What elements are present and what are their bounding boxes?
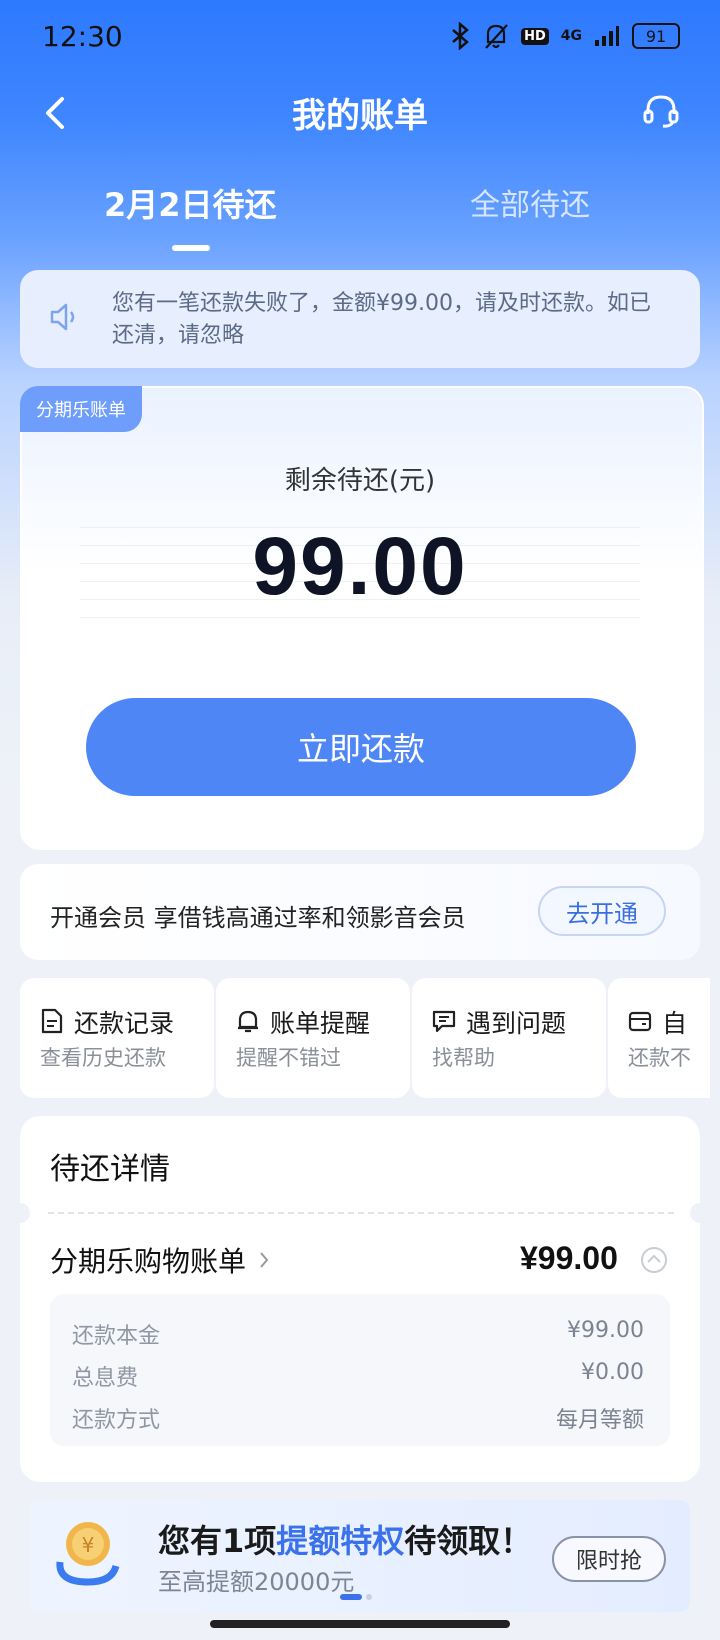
pay-now-button[interactable]: 立即还款 (86, 698, 636, 796)
svg-text:¥: ¥ (82, 1533, 95, 1557)
bill-tag: 分期乐账单 (20, 386, 142, 432)
open-membership-button[interactable]: 去开通 (538, 886, 666, 936)
wallet-icon (628, 1011, 652, 1032)
remaining-label: 剩余待还(元) (284, 466, 436, 496)
limited-time-button[interactable]: 限时抢 (552, 1536, 666, 1582)
carousel-dots (340, 1594, 372, 1600)
principal-label: 还款本金 (72, 1324, 161, 1349)
bill-name-link[interactable]: 分期乐购物账单 (50, 1240, 246, 1280)
bell-icon (238, 1010, 258, 1033)
details-title: 待还详情 (50, 1152, 170, 1187)
network-label: 4G (560, 28, 582, 44)
page-title: 我的账单 (292, 96, 428, 136)
shortcut-title: 遇到问题 (466, 1009, 567, 1038)
promo-headline: 您有1项提额特权待领取！ (158, 1516, 532, 1562)
shortcut-subtitle: 查看历史还款 (40, 1046, 166, 1070)
mute-bell-icon (485, 24, 508, 49)
principal-value: ¥99.00 (567, 1318, 644, 1343)
tab-due-date[interactable]: 2月2日待还 (104, 180, 277, 226)
chevron-right-icon (260, 1252, 269, 1268)
speaker-icon (50, 303, 75, 331)
remaining-amount: 99.00 (252, 521, 468, 612)
bluetooth-icon (452, 22, 470, 50)
shortcut-bill-reminder[interactable]: 账单提醒 提醒不错过 (216, 978, 410, 1098)
shortcut-subtitle: 还款不 (628, 1046, 691, 1070)
tab-all-due[interactable]: 全部待还 (470, 180, 590, 224)
repay-method-value: 每月等额 (555, 1408, 644, 1433)
collapse-chevron-up-icon[interactable] (640, 1246, 668, 1274)
fees-label: 总息费 (72, 1366, 139, 1391)
bill-amount: ¥99.00 (520, 1240, 618, 1276)
dashed-divider (48, 1212, 674, 1214)
repay-method-label: 还款方式 (72, 1408, 161, 1433)
promo-highlight: 提额特权 (276, 1522, 405, 1560)
notice-text: 您有一笔还款失败了，金额¥99.00，请及时还款。如已还清，请忽略 (112, 291, 651, 348)
shortcut-subtitle: 提醒不错过 (236, 1046, 341, 1070)
membership-text: 开通会员 享借钱高通过率和领影音会员 (50, 904, 466, 932)
signal-icon (595, 26, 619, 46)
shortcut-repayment-records[interactable]: 还款记录 查看历史还款 (20, 978, 214, 1098)
promo-text-after: 待领取！ (404, 1522, 533, 1560)
shortcut-title: 还款记录 (74, 1009, 175, 1038)
headset-icon[interactable] (642, 92, 680, 130)
carousel-dot (366, 1594, 372, 1600)
active-tab-indicator (172, 245, 210, 251)
message-icon (432, 1010, 456, 1033)
shortcut-auto-repay[interactable]: 自 还款不 (608, 978, 710, 1098)
shortcut-subtitle: 找帮助 (432, 1046, 495, 1070)
shortcut-get-help[interactable]: 遇到问题 找帮助 (412, 978, 606, 1098)
promo-subtitle: 至高提额20000元 (158, 1568, 355, 1596)
card-notch-right (690, 1203, 710, 1223)
promo-text-before: 您有1项 (158, 1522, 277, 1560)
status-icons: HD 4G 91 (449, 22, 680, 50)
battery-level: 91 (645, 26, 667, 46)
shortcut-title: 自 (662, 1009, 688, 1038)
hd-badge: HD (521, 27, 549, 45)
card-notch-left (10, 1203, 30, 1223)
coin-icon: ¥ (56, 1522, 120, 1586)
fees-value: ¥0.00 (581, 1360, 644, 1385)
carousel-dot-active (340, 1594, 362, 1600)
document-icon (41, 1008, 63, 1034)
shortcut-tiles: 还款记录 查看历史还款 账单提醒 提醒不错过 遇到问题 找帮助 自 还款不 (20, 978, 710, 1098)
battery-icon: 91 (632, 23, 680, 49)
home-indicator (210, 1620, 510, 1628)
shortcut-title: 账单提醒 (270, 1009, 371, 1038)
status-time: 12:30 (42, 20, 123, 53)
